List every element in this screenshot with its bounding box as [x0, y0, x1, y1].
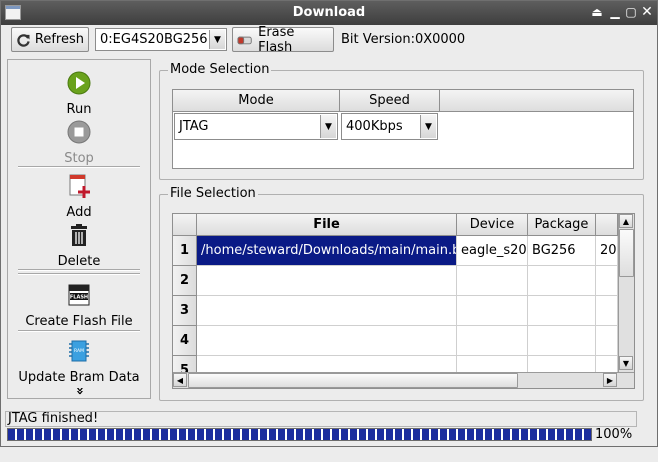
table-cell-device[interactable] [457, 266, 528, 296]
erase-flash-button[interactable]: Erase Flash [232, 24, 334, 55]
device-select-value: 0:EG4S20BG256 [100, 32, 208, 47]
speed-column-header[interactable]: Speed [340, 90, 440, 112]
vertical-scrollbar[interactable]: ▲ ▼ [618, 214, 634, 372]
svg-text:FLASH: FLASH [70, 295, 88, 301]
bit-version-label: Bit Version:0X0000 [341, 32, 466, 47]
status-message: JTAG finished! [8, 411, 99, 426]
refresh-button[interactable]: Refresh [11, 27, 89, 52]
delete-label: Delete [57, 254, 101, 269]
table-cell-device[interactable] [457, 296, 528, 326]
empty-column-header [440, 90, 633, 112]
progress-bar [7, 428, 592, 441]
refresh-icon [17, 33, 30, 47]
download-window: Download ⏏ ▁ ▢ ✕ Refresh 0:EG4S20BG256 ▼… [0, 0, 658, 447]
mode-column-header[interactable]: Mode [173, 90, 340, 112]
toolbar: Refresh 0:EG4S20BG256 ▼ Erase Flash Bit … [1, 25, 657, 55]
table-cell-file[interactable] [197, 296, 457, 326]
mode-selection-group: Mode Selection Mode Speed JTAG ▼ 400Kbps… [159, 62, 644, 180]
mode-selection-title: Mode Selection [168, 62, 272, 77]
row-header[interactable]: 1 [173, 236, 197, 266]
horizontal-scrollbar[interactable]: ◀ ▶ [173, 372, 634, 388]
actions-panel: Run Stop Add Delete FLASH Create Flash F… [7, 59, 151, 399]
run-button[interactable]: Run [8, 70, 150, 117]
table-cell-extra[interactable]: 202 [596, 236, 618, 266]
add-file-icon [69, 174, 90, 198]
table-cell-package[interactable] [528, 326, 596, 356]
status-bar: JTAG finished! [5, 411, 637, 427]
delete-button[interactable]: Delete [8, 222, 150, 269]
file-table: File Device Package 1 /home/steward/Down… [172, 213, 635, 389]
table-cell-package[interactable] [528, 266, 596, 296]
device-select[interactable]: 0:EG4S20BG256 ▼ [95, 28, 227, 51]
table-cell-package[interactable] [528, 296, 596, 326]
separator [18, 269, 140, 271]
title-bar: Download ⏏ ▁ ▢ ✕ [1, 1, 657, 25]
erase-flash-label: Erase Flash [258, 24, 295, 55]
maximize-icon[interactable]: ▢ [623, 4, 639, 20]
table-cell-device[interactable] [457, 326, 528, 356]
play-icon [67, 71, 91, 95]
file-column-header[interactable]: File [197, 214, 457, 236]
refresh-label: Refresh [34, 32, 84, 47]
table-cell-device[interactable]: eagle_s20 [457, 236, 528, 266]
progress-percent-label: 100% [595, 427, 633, 442]
extra-column-header[interactable] [596, 214, 618, 236]
table-cell-extra[interactable] [596, 326, 618, 356]
mode-table: Mode Speed JTAG ▼ 400Kbps ▼ [172, 89, 634, 169]
table-cell-file[interactable] [197, 266, 457, 296]
table-cell-package[interactable]: BG256 [528, 236, 596, 266]
scroll-down-icon[interactable]: ▼ [619, 356, 633, 370]
mode-select[interactable]: JTAG ▼ [174, 113, 338, 140]
horizontal-scroll-thumb[interactable] [188, 373, 518, 388]
chevron-down-icon[interactable]: ▼ [320, 115, 336, 138]
add-label: Add [66, 205, 92, 220]
trash-icon [71, 224, 87, 246]
stop-label: Stop [64, 151, 94, 166]
shade-icon[interactable]: ⏏ [589, 4, 605, 20]
close-icon[interactable]: ✕ [639, 4, 655, 20]
file-selection-group: File Selection File Device Package 1 /ho… [159, 186, 644, 401]
progress-fill [8, 429, 591, 440]
corner-header [173, 214, 197, 236]
row-header[interactable]: 4 [173, 326, 197, 356]
window-title: Download [292, 5, 366, 20]
stop-icon [67, 120, 91, 144]
eraser-icon [237, 36, 252, 44]
scroll-right-icon[interactable]: ▶ [603, 373, 617, 387]
flash-chip-icon: FLASH [68, 284, 90, 306]
separator [18, 273, 140, 275]
table-cell-file[interactable] [197, 326, 457, 356]
scroll-left-icon[interactable]: ◀ [173, 373, 187, 387]
scroll-up-icon[interactable]: ▲ [619, 214, 633, 228]
chevron-down-icon[interactable]: ▼ [420, 115, 436, 138]
table-cell-extra[interactable] [596, 296, 618, 326]
speed-select[interactable]: 400Kbps ▼ [341, 113, 438, 140]
device-column-header[interactable]: Device [457, 214, 528, 236]
package-column-header[interactable]: Package [528, 214, 596, 236]
minimize-icon[interactable]: ▁ [607, 4, 623, 20]
vertical-scroll-thumb[interactable] [619, 229, 634, 277]
stop-button[interactable]: Stop [8, 119, 150, 166]
row-header[interactable]: 3 [173, 296, 197, 326]
row-header[interactable]: 2 [173, 266, 197, 296]
table-cell-extra[interactable] [596, 266, 618, 296]
file-selection-title: File Selection [168, 186, 258, 201]
run-label: Run [66, 102, 92, 117]
speed-select-value: 400Kbps [346, 119, 403, 134]
separator [18, 166, 140, 168]
chevron-down-icon[interactable]: ▼ [209, 30, 225, 49]
add-button[interactable]: Add [8, 173, 150, 220]
mode-select-value: JTAG [179, 119, 209, 134]
table-cell-file[interactable]: /home/steward/Downloads/main/main.bit [197, 236, 457, 266]
